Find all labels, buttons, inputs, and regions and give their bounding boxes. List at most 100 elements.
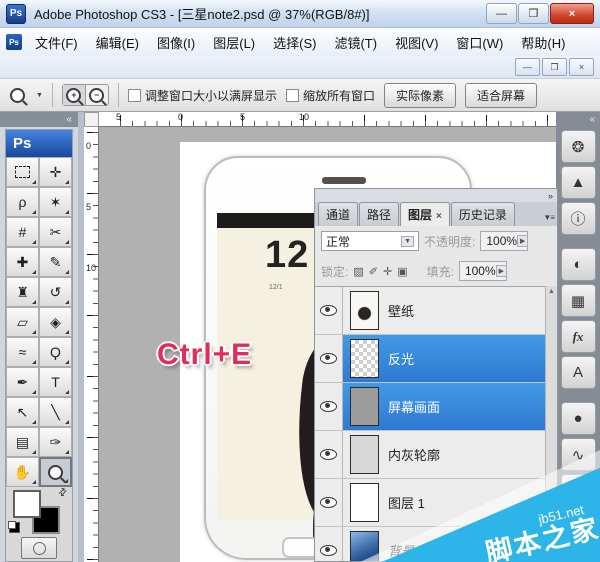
tool-clone-stamp[interactable]: ♜ bbox=[6, 277, 39, 307]
tool-move[interactable]: ✛ bbox=[39, 157, 72, 187]
tool-smudge[interactable]: ≈ bbox=[6, 337, 39, 367]
menu-bar: Ps 文件(F) 编辑(E) 图像(I) 图层(L) 选择(S) 滤镜(T) 视… bbox=[0, 28, 600, 56]
window-title: Adobe Photoshop CS3 - [三星note2.psd @ 37%… bbox=[34, 4, 370, 23]
menu-edit[interactable]: 编辑(E) bbox=[87, 29, 148, 56]
zoom-in-button[interactable]: + bbox=[63, 85, 86, 105]
resize-window-checkbox[interactable] bbox=[128, 89, 141, 102]
opacity-spinner-icon[interactable]: ▶ bbox=[517, 235, 528, 247]
blend-mode-dropdown[interactable]: 正常 ▼ bbox=[321, 231, 419, 251]
menu-view[interactable]: 视图(V) bbox=[386, 29, 447, 56]
character-panel-icon[interactable]: A bbox=[561, 356, 596, 389]
layer-styles-panel-icon[interactable]: fx bbox=[561, 320, 596, 353]
tool-slice[interactable]: ✂ bbox=[39, 217, 72, 247]
tools-collapse-chevron[interactable]: « bbox=[0, 112, 78, 127]
history-brush-icon: ↺ bbox=[50, 284, 62, 301]
tool-history-brush[interactable]: ↺ bbox=[39, 277, 72, 307]
tool-eraser[interactable]: ▱ bbox=[6, 307, 39, 337]
zoom-out-button[interactable]: − bbox=[86, 85, 108, 105]
lock-label: 锁定: bbox=[321, 263, 348, 280]
tab-history[interactable]: 历史记录 bbox=[451, 202, 515, 226]
visibility-toggle[interactable] bbox=[315, 287, 343, 334]
tool-crop[interactable]: # bbox=[6, 217, 39, 247]
tool-preset-dropdown-arrow[interactable]: ▼ bbox=[36, 92, 43, 99]
styles-panel-icon[interactable]: ● bbox=[561, 402, 596, 435]
visibility-toggle[interactable] bbox=[315, 383, 343, 430]
doc-close-button[interactable]: × bbox=[569, 58, 594, 76]
menu-file[interactable]: 文件(F) bbox=[26, 29, 87, 56]
lock-image-icon[interactable]: ✐ bbox=[369, 265, 378, 278]
layer-row-screen-image[interactable]: 屏幕画面 bbox=[315, 383, 557, 431]
panel-menu-icon[interactable]: ▼≡ bbox=[543, 213, 554, 222]
tool-pen[interactable]: ✒ bbox=[6, 367, 39, 397]
lock-all-icon[interactable]: ▣ bbox=[397, 265, 407, 278]
layer-row-reflection[interactable]: 反光 bbox=[315, 335, 557, 383]
dock-collapse-chevron[interactable]: « bbox=[556, 112, 600, 127]
info-panel-icon[interactable]: ⓘ bbox=[561, 202, 596, 235]
tool-dodge[interactable]: Ϙ bbox=[39, 337, 72, 367]
tool-path-selection[interactable]: ↖ bbox=[6, 397, 39, 427]
fill-spinner-icon[interactable]: ▶ bbox=[496, 265, 507, 277]
close-button[interactable]: × bbox=[550, 3, 594, 24]
tool-brush[interactable]: ✎ bbox=[39, 247, 72, 277]
actual-pixels-button[interactable]: 实际像素 bbox=[384, 83, 456, 108]
opacity-field[interactable]: 100% ▶ bbox=[480, 231, 528, 251]
menu-filter[interactable]: 滤镜(T) bbox=[325, 29, 386, 56]
doc-minimize-button[interactable]: — bbox=[515, 58, 540, 76]
panel-expand-chevron[interactable]: » bbox=[548, 191, 553, 201]
layer-row-layer-1[interactable]: 图层 1 bbox=[315, 479, 557, 527]
tab-channels[interactable]: 通道 bbox=[318, 202, 358, 226]
panel-scrollbar[interactable]: ▲ bbox=[545, 286, 557, 561]
tab-close-icon[interactable]: × bbox=[436, 211, 442, 222]
path-selection-icon: ↖ bbox=[17, 404, 29, 421]
vertical-ruler[interactable] bbox=[84, 127, 99, 562]
maximize-button[interactable]: ❐ bbox=[518, 3, 549, 24]
tool-hand[interactable]: ✋ bbox=[6, 457, 39, 487]
navigator-panel-icon[interactable]: ❂ bbox=[561, 130, 596, 163]
zoom-all-windows-checkbox[interactable] bbox=[286, 89, 299, 102]
histogram-panel-icon[interactable]: ▲ bbox=[561, 166, 596, 199]
quick-mask-button[interactable] bbox=[21, 537, 57, 559]
zoom-tool-icon[interactable] bbox=[10, 88, 25, 103]
tool-paint-bucket[interactable]: ◈ bbox=[39, 307, 72, 337]
tool-rectangular-marquee[interactable] bbox=[6, 157, 39, 187]
tool-eyedropper[interactable]: ✑ bbox=[39, 427, 72, 457]
swap-colors-icon[interactable]: ⇄ bbox=[56, 486, 70, 500]
menu-layer[interactable]: 图层(L) bbox=[204, 29, 264, 56]
tool-magic-wand[interactable]: ✶ bbox=[39, 187, 72, 217]
tab-layers[interactable]: 图层× bbox=[400, 202, 450, 226]
layer-row-background[interactable]: 背景 bbox=[315, 527, 557, 561]
color-panel-icon[interactable]: ◐ bbox=[561, 248, 596, 281]
foreground-color-swatch[interactable] bbox=[13, 490, 41, 518]
tool-lasso[interactable]: ρ bbox=[6, 187, 39, 217]
default-colors-icon[interactable] bbox=[9, 522, 20, 533]
tab-paths[interactable]: 路径 bbox=[359, 202, 399, 226]
notes-icon: ▤ bbox=[16, 434, 29, 451]
tool-healing-brush[interactable]: ✚ bbox=[6, 247, 39, 277]
doc-restore-button[interactable]: ❐ bbox=[542, 58, 567, 76]
layer-row-inner-gray-outline[interactable]: 内灰轮廓 bbox=[315, 431, 557, 479]
menu-image[interactable]: 图像(I) bbox=[148, 29, 204, 56]
menu-select[interactable]: 选择(S) bbox=[264, 29, 325, 56]
visibility-toggle[interactable] bbox=[315, 527, 343, 561]
lock-position-icon[interactable]: ✛ bbox=[383, 265, 392, 278]
fit-screen-button[interactable]: 适合屏幕 bbox=[465, 83, 537, 108]
minimize-button[interactable]: — bbox=[486, 3, 517, 24]
visibility-toggle[interactable] bbox=[315, 479, 343, 526]
visibility-toggle[interactable] bbox=[315, 335, 343, 382]
tool-line[interactable]: ╲ bbox=[39, 397, 72, 427]
lock-transparent-icon[interactable]: ▨ bbox=[353, 265, 363, 278]
swatches-panel-icon[interactable]: ▦ bbox=[561, 284, 596, 317]
visibility-toggle[interactable] bbox=[315, 431, 343, 478]
tool-notes[interactable]: ▤ bbox=[6, 427, 39, 457]
paths-panel-icon[interactable]: ∿ bbox=[561, 438, 596, 471]
menu-help[interactable]: 帮助(H) bbox=[512, 29, 574, 56]
fill-field[interactable]: 100% ▶ bbox=[459, 261, 507, 281]
tool-presets-panel-icon[interactable]: ◠ bbox=[561, 474, 596, 507]
horizontal-ruler[interactable] bbox=[99, 112, 556, 127]
layer-thumbnail bbox=[350, 483, 379, 522]
layer-row-wallpaper[interactable]: 壁纸 bbox=[315, 287, 557, 335]
tool-zoom[interactable] bbox=[39, 457, 72, 487]
tool-type[interactable]: T bbox=[39, 367, 72, 397]
fill-value: 100% bbox=[465, 264, 496, 278]
menu-window[interactable]: 窗口(W) bbox=[447, 29, 512, 56]
